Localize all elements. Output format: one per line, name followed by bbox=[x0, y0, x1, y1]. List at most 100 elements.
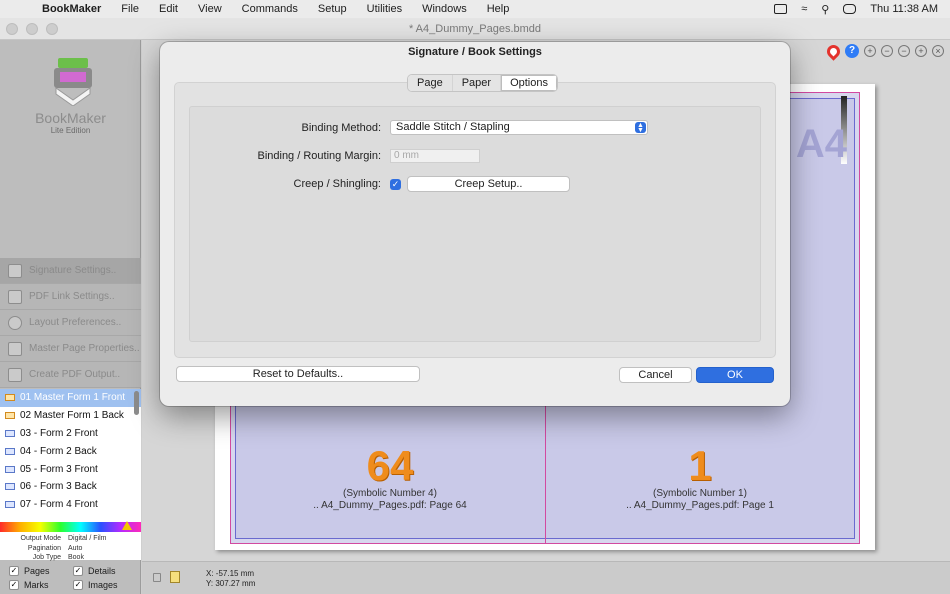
color-spectrum-bar bbox=[0, 521, 141, 532]
minimize-icon[interactable] bbox=[26, 23, 38, 35]
logo-edition: Lite Edition bbox=[50, 126, 91, 135]
pages-checkbox[interactable]: ✓ Pages bbox=[0, 566, 64, 576]
form-icon bbox=[5, 447, 15, 455]
info-pagination: Pagination Auto bbox=[0, 544, 141, 554]
status-bar: X: -57.15 mm Y: 307.27 mm bbox=[142, 561, 950, 594]
search-icon[interactable]: ⚲ bbox=[821, 3, 829, 16]
window-controls bbox=[6, 23, 58, 35]
menu-commands[interactable]: Commands bbox=[232, 3, 308, 15]
binding-margin-field[interactable]: 0 mm bbox=[390, 149, 480, 163]
job-info: Output Mode Digital / Film Pagination Auto… bbox=[0, 534, 141, 563]
close-icon[interactable] bbox=[6, 23, 18, 35]
menu-windows[interactable]: Windows bbox=[412, 3, 477, 15]
checkmark-icon: ✓ bbox=[9, 580, 19, 590]
help-icon[interactable]: ? bbox=[845, 44, 859, 58]
cancel-button[interactable]: Cancel bbox=[619, 367, 692, 383]
list-item[interactable]: 03 - Form 2 Front bbox=[0, 425, 141, 443]
creep-row: Creep / Shingling: ✓ Creep Setup.. bbox=[190, 176, 570, 192]
tool-signature-settings[interactable]: Signature Settings.. bbox=[0, 258, 141, 284]
control-center-icon[interactable] bbox=[843, 4, 857, 14]
menu-edit[interactable]: Edit bbox=[149, 3, 188, 15]
list-item[interactable]: 02 Master Form 1 Back bbox=[0, 407, 141, 425]
zoom-out-icon[interactable]: − bbox=[881, 45, 893, 57]
ok-button[interactable]: OK bbox=[696, 367, 774, 383]
page-icon bbox=[8, 341, 22, 356]
printer-icon bbox=[8, 367, 22, 382]
checkmark-icon: ✓ bbox=[73, 580, 83, 590]
binding-margin-row: Binding / Routing Margin: 0 mm bbox=[190, 149, 480, 163]
tool-master-page-properties[interactable]: Master Page Properties.. bbox=[0, 336, 141, 362]
tool-label: PDF Link Settings.. bbox=[29, 291, 115, 302]
menu-clock[interactable]: Thu 11:38 AM bbox=[870, 3, 938, 15]
bookmaker-logo-icon bbox=[54, 58, 92, 106]
form-label: 01 Master Form 1 Front bbox=[20, 392, 126, 404]
zoom-icon[interactable] bbox=[46, 23, 58, 35]
sidebar: BookMaker Lite Edition Signature Setting… bbox=[0, 40, 141, 594]
tool-layout-preferences[interactable]: Layout Preferences.. bbox=[0, 310, 141, 336]
checkbox-label: Pages bbox=[24, 566, 50, 576]
left-page-number: 64 bbox=[366, 442, 414, 489]
info-key: Output Mode bbox=[20, 535, 61, 543]
window-titlebar: * A4_Dummy_Pages.bmdd bbox=[0, 18, 950, 40]
menu-utilities[interactable]: Utilities bbox=[357, 3, 412, 15]
lock-icon[interactable] bbox=[153, 573, 161, 582]
gear-icon bbox=[8, 315, 22, 330]
app-menu[interactable]: BookMaker bbox=[38, 3, 111, 15]
info-value: Book bbox=[68, 554, 84, 562]
zoom-reset-icon[interactable]: + bbox=[915, 45, 927, 57]
close-view-icon[interactable]: × bbox=[932, 45, 944, 57]
canvas-toolbar: ? + − − + × bbox=[824, 41, 944, 61]
binding-method-select[interactable]: Saddle Stitch / Stapling ▲ ▼ bbox=[390, 120, 648, 135]
options-group bbox=[189, 106, 761, 342]
menu-help[interactable]: Help bbox=[477, 3, 520, 15]
tool-label: Master Page Properties.. bbox=[29, 343, 140, 354]
display-icon[interactable] bbox=[774, 4, 788, 14]
form-icon bbox=[5, 483, 15, 491]
list-item[interactable]: 06 - Form 3 Back bbox=[0, 478, 141, 496]
zoom-fit-icon[interactable]: − bbox=[898, 45, 910, 57]
chevron-updown-icon: ▲ ▼ bbox=[635, 122, 646, 134]
tab-options[interactable]: Options bbox=[501, 75, 557, 91]
form-label: 06 - Form 3 Back bbox=[20, 481, 97, 493]
info-value: Digital / Film bbox=[68, 535, 107, 543]
menu-view[interactable]: View bbox=[188, 3, 232, 15]
zoom-in-icon[interactable]: + bbox=[864, 45, 876, 57]
form-label: 02 Master Form 1 Back bbox=[20, 410, 124, 422]
menu-file[interactable]: File bbox=[111, 3, 149, 15]
location-pin-icon[interactable] bbox=[824, 41, 843, 61]
right-page-caption: (Symbolic Number 1) .. A4_Dummy_Pages.pd… bbox=[550, 488, 850, 512]
menu-setup[interactable]: Setup bbox=[308, 3, 357, 15]
app-logo: BookMaker Lite Edition bbox=[0, 40, 141, 258]
right-page-source: .. A4_Dummy_Pages.pdf: Page 1 bbox=[626, 500, 774, 511]
creep-checkbox[interactable]: ✓ bbox=[390, 178, 401, 190]
tool-label: Signature Settings.. bbox=[29, 265, 117, 276]
note-icon[interactable] bbox=[170, 571, 180, 583]
form-label: 07 - Form 4 Front bbox=[20, 499, 98, 511]
list-item[interactable]: 07 - Form 4 Front bbox=[0, 496, 141, 514]
tab-page[interactable]: Page bbox=[408, 75, 453, 91]
form-list-scrollbar[interactable] bbox=[134, 391, 139, 415]
reset-defaults-button[interactable]: Reset to Defaults.. bbox=[176, 366, 420, 382]
checkbox-label: Marks bbox=[24, 580, 49, 590]
creep-setup-button[interactable]: Creep Setup.. bbox=[407, 176, 570, 192]
wifi-icon[interactable]: ≈ bbox=[801, 3, 807, 15]
tool-pdf-link-settings[interactable]: PDF Link Settings.. bbox=[0, 284, 141, 310]
checkbox-label: Details bbox=[88, 566, 116, 576]
binding-method-label: Binding Method: bbox=[301, 121, 382, 134]
marks-checkbox[interactable]: ✓ Marks bbox=[0, 580, 64, 590]
tool-label: Create PDF Output.. bbox=[29, 369, 121, 380]
coord-y: Y: 307.27 mm bbox=[206, 579, 256, 588]
pdf-icon bbox=[8, 289, 22, 304]
tab-paper[interactable]: Paper bbox=[452, 75, 502, 91]
binding-margin-label: Binding / Routing Margin: bbox=[257, 150, 381, 162]
images-checkbox[interactable]: ✓ Images bbox=[64, 580, 128, 590]
info-output-mode: Output Mode Digital / Film bbox=[0, 534, 141, 544]
signature-settings-dialog: Signature / Book Settings Page Paper Opt… bbox=[160, 42, 790, 406]
list-item[interactable]: 04 - Form 2 Back bbox=[0, 442, 141, 460]
list-item[interactable]: 01 Master Form 1 Front bbox=[0, 389, 141, 407]
info-value: Auto bbox=[68, 544, 83, 552]
warning-icon[interactable] bbox=[122, 521, 132, 530]
list-item[interactable]: 05 - Form 3 Front bbox=[0, 460, 141, 478]
details-checkbox[interactable]: ✓ Details bbox=[64, 566, 128, 576]
tool-create-pdf-output[interactable]: Create PDF Output.. bbox=[0, 362, 141, 388]
